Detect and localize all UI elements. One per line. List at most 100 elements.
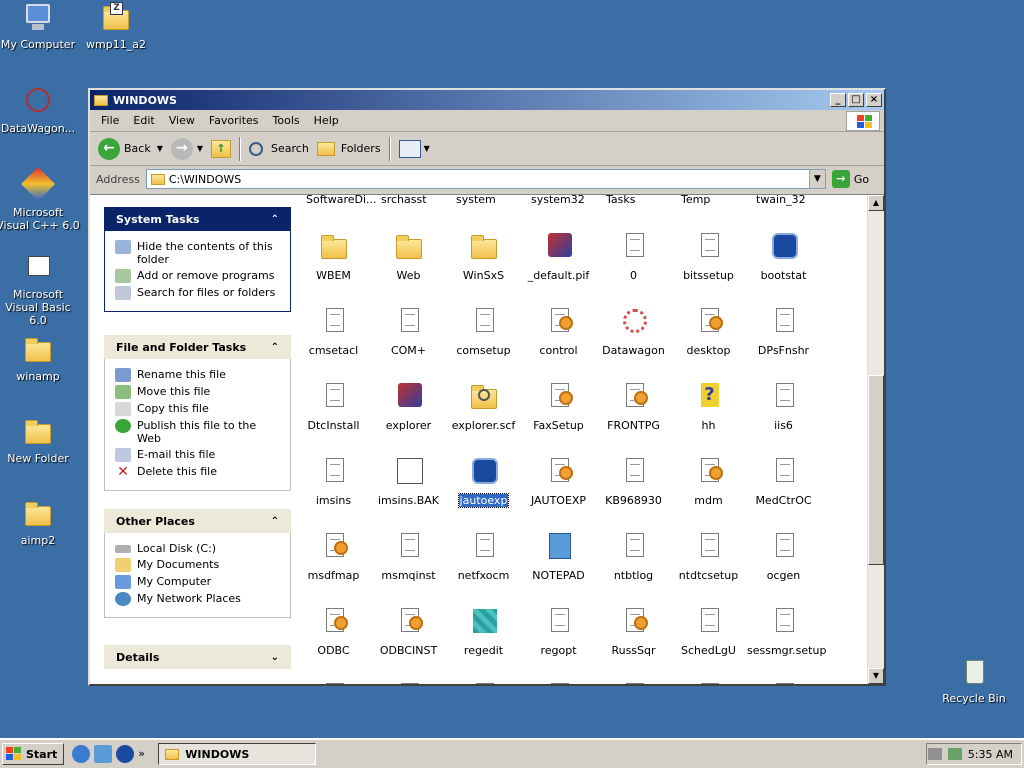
desktop-icon-wmp11[interactable]: Z wmp11_a2 — [74, 2, 158, 51]
file-folder-tasks-header[interactable]: File and Folder Tasks ⌃ — [104, 335, 291, 359]
title-bar[interactable]: WINDOWS _ □ × — [90, 90, 884, 110]
folders-button[interactable]: Folders — [313, 140, 385, 158]
file-item[interactable]: explorer.scf — [446, 381, 521, 432]
file-item[interactable]: iis6 — [746, 381, 821, 432]
file-item[interactable]: cmsetacl — [296, 306, 371, 357]
details-header[interactable]: Details ⌄ — [104, 645, 291, 669]
desktop-icon-visual-basic[interactable]: VB Microsoft Visual Basic 6.0 — [0, 252, 80, 327]
file-item[interactable]: ODBCINST — [371, 606, 446, 657]
ie-icon[interactable] — [72, 745, 91, 763]
file-item[interactable]: Datawagon — [596, 306, 671, 357]
file-item-label[interactable]: system — [456, 195, 496, 206]
file-item[interactable]: JAUTOEXP — [521, 456, 596, 507]
desktop-icon-recycle-bin[interactable]: Recycle Bin — [932, 656, 1016, 705]
chevron-more-icon[interactable]: » — [138, 745, 148, 763]
file-item[interactable]: regedit — [446, 606, 521, 657]
scroll-thumb[interactable] — [868, 375, 884, 565]
file-item[interactable]: ocgen — [746, 531, 821, 582]
file-item[interactable]: ntbtlog — [596, 531, 671, 582]
file-item[interactable]: RussSqr — [596, 606, 671, 657]
file-item[interactable]: regopt — [521, 606, 596, 657]
expand-chevron-icon[interactable]: ⌄ — [271, 652, 279, 663]
task-delete[interactable]: ✕ Delete this file — [115, 465, 280, 479]
media-player-icon[interactable] — [116, 745, 135, 763]
file-item[interactable]: control — [521, 306, 596, 357]
back-button[interactable]: ← Back ▼ — [94, 136, 167, 162]
file-item[interactable]: NOTEPAD — [521, 531, 596, 582]
file-item[interactable] — [446, 681, 521, 684]
file-item[interactable]: sessmgr.setup — [746, 606, 826, 657]
close-button[interactable]: × — [866, 93, 882, 107]
file-item[interactable] — [371, 681, 446, 684]
task-copy[interactable]: Copy this file — [115, 402, 280, 416]
up-button[interactable]: ↑ — [207, 138, 235, 160]
task-search-files[interactable]: Search for files or folders — [115, 286, 280, 300]
file-item[interactable] — [521, 681, 596, 684]
address-input[interactable]: C:\WINDOWS ▼ — [145, 169, 826, 189]
file-item[interactable]: Web — [371, 231, 446, 282]
go-button[interactable]: → Go — [831, 170, 869, 188]
other-places-header[interactable]: Other Places ⌃ — [104, 509, 291, 533]
file-item[interactable]: DtcInstall — [296, 381, 371, 432]
scroll-up-button[interactable]: ▲ — [868, 195, 884, 211]
desktop-icon-datawagon[interactable]: DataWagon... — [0, 86, 80, 135]
taskbar-window-button[interactable]: WINDOWS — [158, 743, 317, 765]
file-item[interactable]: desktop — [671, 306, 746, 357]
clock[interactable]: 5:35 AM — [968, 748, 1013, 761]
file-item[interactable]: KB968930 — [596, 456, 671, 507]
file-item-label[interactable]: system32 — [531, 195, 585, 206]
file-item-label[interactable]: SoftwareDi... — [306, 195, 377, 206]
file-item[interactable] — [671, 681, 746, 684]
outlook-icon[interactable] — [94, 745, 113, 763]
menu-tools[interactable]: Tools — [266, 112, 307, 129]
address-dropdown-icon[interactable]: ▼ — [808, 170, 825, 188]
scroll-down-button[interactable]: ▼ — [868, 668, 884, 684]
file-item[interactable]: DPsFnshr — [746, 306, 821, 357]
task-publish[interactable]: Publish this file to the Web — [115, 419, 280, 445]
place-my-computer[interactable]: My Computer — [115, 575, 280, 589]
file-item[interactable]: COM+ — [371, 306, 446, 357]
file-item[interactable]: comsetup — [446, 306, 521, 357]
file-item[interactable]: SchedLgU — [671, 606, 746, 657]
file-item[interactable]: MedCtrOC — [746, 456, 821, 507]
file-item[interactable]: ntdtcsetup — [671, 531, 746, 582]
file-item[interactable] — [296, 681, 371, 684]
file-item[interactable]: ODBC — [296, 606, 371, 657]
desktop-icon-winamp[interactable]: winamp — [0, 334, 80, 383]
file-item[interactable]: FRONTPG — [596, 381, 671, 432]
desktop-icon-my-computer[interactable]: My Computer — [0, 2, 80, 51]
collapse-chevron-icon[interactable]: ⌃ — [271, 342, 279, 353]
file-item[interactable]: FaxSetup — [521, 381, 596, 432]
file-item[interactable]: imsins.BAK — [371, 456, 446, 507]
task-move[interactable]: Move this file — [115, 385, 280, 399]
file-item-label[interactable]: Temp — [681, 195, 710, 206]
menu-view[interactable]: View — [162, 112, 202, 129]
file-item[interactable]: mdm — [671, 456, 746, 507]
file-item[interactable] — [746, 681, 821, 684]
task-hide-contents[interactable]: Hide the contents of this folder — [115, 240, 280, 266]
file-item[interactable]: jautoexp — [446, 456, 521, 508]
menu-favorites[interactable]: Favorites — [202, 112, 266, 129]
system-tasks-header[interactable]: System Tasks ⌃ — [104, 207, 291, 231]
file-item[interactable]: bitssetup — [671, 231, 746, 282]
file-item[interactable]: netfxocm — [446, 531, 521, 582]
menu-file[interactable]: File — [94, 112, 126, 129]
task-email[interactable]: E-mail this file — [115, 448, 280, 462]
search-button[interactable]: Search — [245, 140, 313, 158]
file-item[interactable]: explorer — [371, 381, 446, 432]
file-item-label[interactable]: twain_32 — [756, 195, 806, 206]
file-item[interactable]: msdfmap — [296, 531, 371, 582]
minimize-button[interactable]: _ — [830, 93, 846, 107]
file-item[interactable]: WinSxS — [446, 231, 521, 282]
forward-button[interactable]: → ▼ — [167, 136, 207, 162]
file-item[interactable]: _default.pif — [521, 231, 596, 282]
desktop-icon-new-folder[interactable]: New Folder — [0, 416, 80, 465]
file-item[interactable] — [596, 681, 671, 684]
place-local-disk[interactable]: Local Disk (C:) — [115, 542, 280, 555]
network-tray-icon[interactable] — [947, 748, 962, 760]
file-item[interactable]: 0 — [596, 231, 671, 282]
file-item[interactable]: imsins — [296, 456, 371, 507]
collapse-chevron-icon[interactable]: ⌃ — [271, 516, 279, 527]
task-add-remove-programs[interactable]: Add or remove programs — [115, 269, 280, 283]
keyboard-icon[interactable] — [927, 748, 942, 760]
